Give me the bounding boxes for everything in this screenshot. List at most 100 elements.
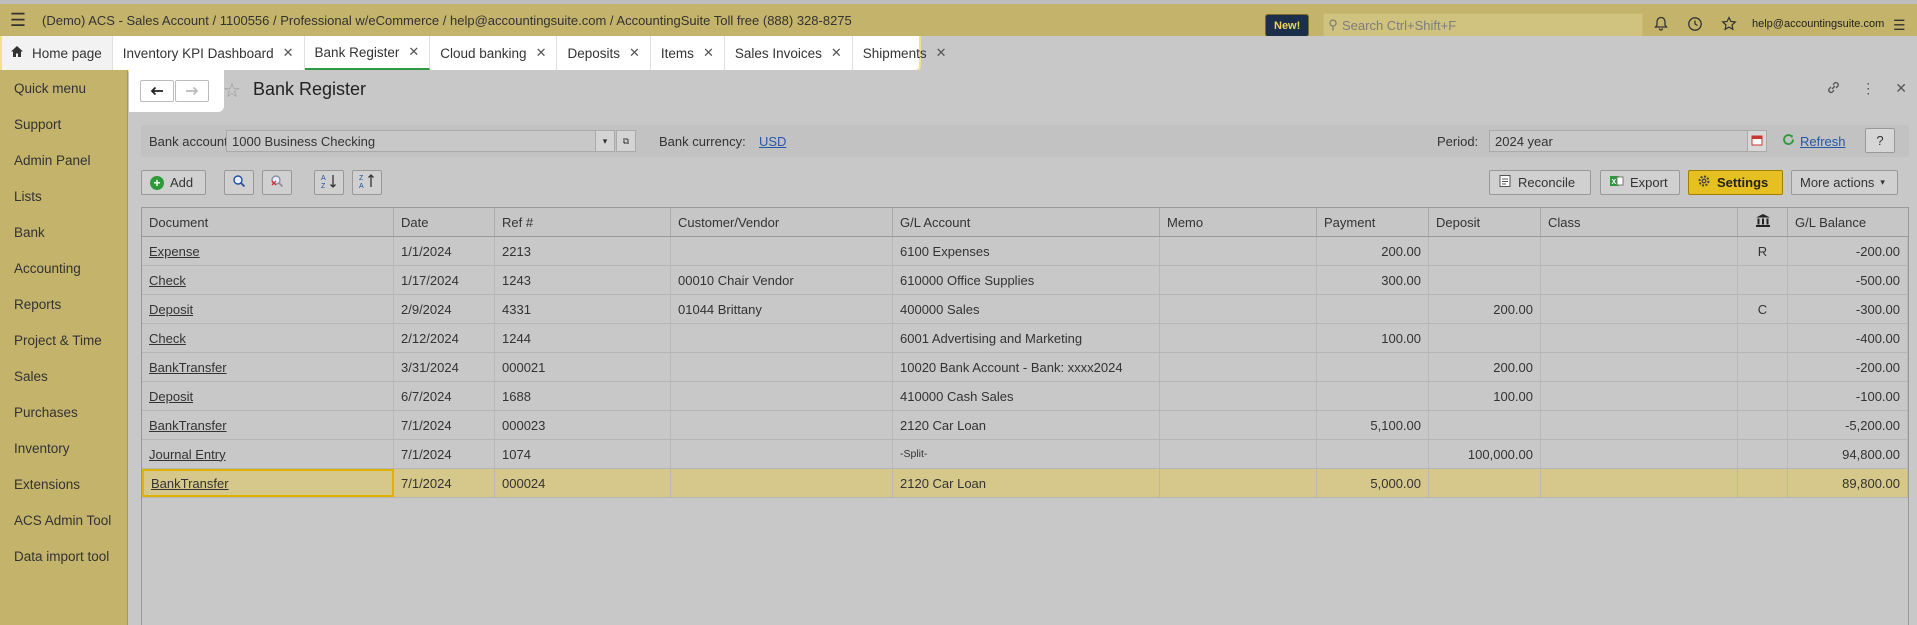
- sort-descending-button[interactable]: ZA: [352, 170, 382, 195]
- header-reconciled[interactable]: [1738, 208, 1788, 236]
- tab-label: Cloud banking: [440, 45, 527, 61]
- period-calendar[interactable]: [1747, 130, 1767, 152]
- bank-account-field[interactable]: 1000 Business Checking: [226, 130, 596, 152]
- table-row[interactable]: BankTransfer 3/31/2024 000021 10020 Bank Ac…: [142, 353, 1908, 382]
- sidebar-item-project-time[interactable]: Project & Time: [0, 322, 127, 358]
- tab-items[interactable]: Items ✕: [651, 36, 725, 70]
- period-field[interactable]: 2024 year: [1489, 130, 1749, 152]
- bank-account-dropdown[interactable]: ▾: [595, 130, 615, 152]
- header-customer-vendor[interactable]: Customer/Vendor: [671, 208, 893, 236]
- sidebar-item-support[interactable]: Support: [0, 106, 127, 142]
- bell-icon[interactable]: [1651, 14, 1671, 34]
- header-deposit[interactable]: Deposit: [1429, 208, 1541, 236]
- bank-currency-link[interactable]: USD: [759, 134, 786, 149]
- sidebar-item-extensions[interactable]: Extensions: [0, 466, 127, 502]
- sidebar-item-accounting[interactable]: Accounting: [0, 250, 127, 286]
- document-link[interactable]: BankTransfer: [149, 360, 227, 375]
- close-icon[interactable]: ✕: [629, 45, 640, 61]
- sidebar-item-sales[interactable]: Sales: [0, 358, 127, 394]
- document-link[interactable]: Journal Entry: [149, 447, 226, 462]
- header-class[interactable]: Class: [1541, 208, 1738, 236]
- search-input[interactable]: ⚲ Search Ctrl+Shift+F: [1323, 13, 1643, 37]
- header-payment[interactable]: Payment: [1317, 208, 1429, 236]
- sidebar-item-inventory[interactable]: Inventory: [0, 430, 127, 466]
- bank-account-open[interactable]: ⧉: [616, 130, 636, 152]
- main-menu-icon[interactable]: ☰: [0, 10, 36, 31]
- document-link[interactable]: Deposit: [149, 302, 193, 317]
- reconcile-button[interactable]: Reconcile: [1489, 170, 1591, 195]
- header-document[interactable]: Document: [142, 208, 394, 236]
- table-row[interactable]: Deposit 2/9/2024 4331 01044 Brittany 400000 …: [142, 295, 1908, 324]
- back-button[interactable]: [140, 80, 174, 102]
- document-link[interactable]: BankTransfer: [149, 418, 227, 433]
- document-link[interactable]: Expense: [149, 244, 200, 259]
- history-icon[interactable]: [1685, 14, 1705, 34]
- settings-button[interactable]: Settings: [1688, 170, 1783, 195]
- cancel-search-button[interactable]: [262, 170, 292, 195]
- tab-label: Items: [660, 45, 694, 61]
- settings-menu-icon[interactable]: ☰: [1893, 17, 1906, 34]
- add-button[interactable]: + Add: [141, 170, 206, 195]
- table-row[interactable]: Check 1/17/2024 1243 00010 Chair Vendor 6100…: [142, 266, 1908, 295]
- more-actions-button[interactable]: More actions ▾: [1791, 170, 1898, 195]
- table-row[interactable]: BankTransfer 7/1/2024 000023 2120 Car Loan 5…: [142, 411, 1908, 440]
- new-badge[interactable]: New!: [1265, 14, 1310, 37]
- document-link[interactable]: BankTransfer: [151, 476, 229, 491]
- close-icon[interactable]: ✕: [283, 45, 294, 61]
- cell-reconciled: [1738, 353, 1788, 381]
- user-email[interactable]: help@accountingsuite.com: [1752, 18, 1884, 30]
- cell-payment: 5,000.00: [1317, 469, 1429, 497]
- find-button[interactable]: [224, 170, 254, 195]
- sidebar-item-bank[interactable]: Bank: [0, 214, 127, 250]
- document-link[interactable]: Check: [149, 331, 186, 346]
- cell-payment: [1317, 295, 1429, 323]
- close-icon[interactable]: ✕: [536, 45, 547, 61]
- close-window-icon[interactable]: ✕: [1895, 80, 1907, 98]
- help-button[interactable]: ?: [1865, 128, 1895, 153]
- favorites-star-icon[interactable]: [1719, 14, 1739, 34]
- refresh-link[interactable]: Refresh: [1800, 134, 1846, 149]
- cell-gl-account: 610000 Office Supplies: [893, 266, 1160, 294]
- table-row[interactable]: Expense 1/1/2024 2213 6100 Expenses 200.00 R -…: [142, 237, 1908, 266]
- link-icon[interactable]: [1826, 80, 1841, 98]
- sidebar-item-reports[interactable]: Reports: [0, 286, 127, 322]
- close-icon[interactable]: ✕: [408, 44, 419, 60]
- sidebar-item-quick-menu[interactable]: Quick menu: [0, 70, 127, 106]
- table-row[interactable]: Deposit 6/7/2024 1688 410000 Cash Sales 100.…: [142, 382, 1908, 411]
- close-icon[interactable]: ✕: [936, 45, 947, 61]
- document-link[interactable]: Deposit: [149, 389, 193, 404]
- header-gl-account[interactable]: G/L Account: [893, 208, 1160, 236]
- cell-document: Deposit: [142, 295, 394, 323]
- cell-payment: 300.00: [1317, 266, 1429, 294]
- header-date[interactable]: Date: [394, 208, 495, 236]
- tab-home-page[interactable]: Home page: [2, 36, 113, 70]
- cell-date: 1/1/2024: [394, 237, 495, 265]
- table-row[interactable]: Check 2/12/2024 1244 6001 Advertising and M…: [142, 324, 1908, 353]
- sidebar-item-lists[interactable]: Lists: [0, 178, 127, 214]
- tab-inventory-kpi-dashboard[interactable]: Inventory KPI Dashboard ✕: [113, 36, 305, 70]
- tab-deposits[interactable]: Deposits ✕: [557, 36, 651, 70]
- favorite-star-icon[interactable]: ☆: [223, 78, 241, 103]
- header-gl-balance[interactable]: G/L Balance: [1788, 208, 1908, 236]
- sort-ascending-button[interactable]: AZ: [314, 170, 344, 195]
- sidebar-item-purchases[interactable]: Purchases: [0, 394, 127, 430]
- close-icon[interactable]: ✕: [831, 45, 842, 61]
- tab-shipments[interactable]: Shipments ✕: [853, 36, 957, 70]
- more-vertical-icon[interactable]: ⋮: [1861, 80, 1875, 98]
- close-icon[interactable]: ✕: [703, 45, 714, 61]
- document-link[interactable]: Check: [149, 273, 186, 288]
- tab-bank-register[interactable]: Bank Register ✕: [304, 36, 431, 70]
- header-memo[interactable]: Memo: [1160, 208, 1317, 236]
- export-button[interactable]: X Export: [1600, 170, 1680, 195]
- header-ref[interactable]: Ref #: [495, 208, 671, 236]
- sidebar-item-acs-admin-tool[interactable]: ACS Admin Tool: [0, 502, 127, 538]
- sidebar-item-data-import-tool[interactable]: Data import tool: [0, 538, 127, 574]
- table-row[interactable]: Journal Entry 7/1/2024 1074 -Split- 100,000.…: [142, 440, 1908, 469]
- table-row[interactable]: BankTransfer 7/1/2024 000024 2120 Car Loan 5…: [142, 469, 1908, 498]
- tab-cloud-banking[interactable]: Cloud banking ✕: [430, 36, 558, 70]
- sidebar-item-admin-panel[interactable]: Admin Panel: [0, 142, 127, 178]
- tab-sales-invoices[interactable]: Sales Invoices ✕: [725, 36, 853, 70]
- forward-button[interactable]: [175, 80, 209, 102]
- refresh-icon[interactable]: [1782, 133, 1795, 149]
- cell-deposit: 200.00: [1429, 353, 1541, 381]
